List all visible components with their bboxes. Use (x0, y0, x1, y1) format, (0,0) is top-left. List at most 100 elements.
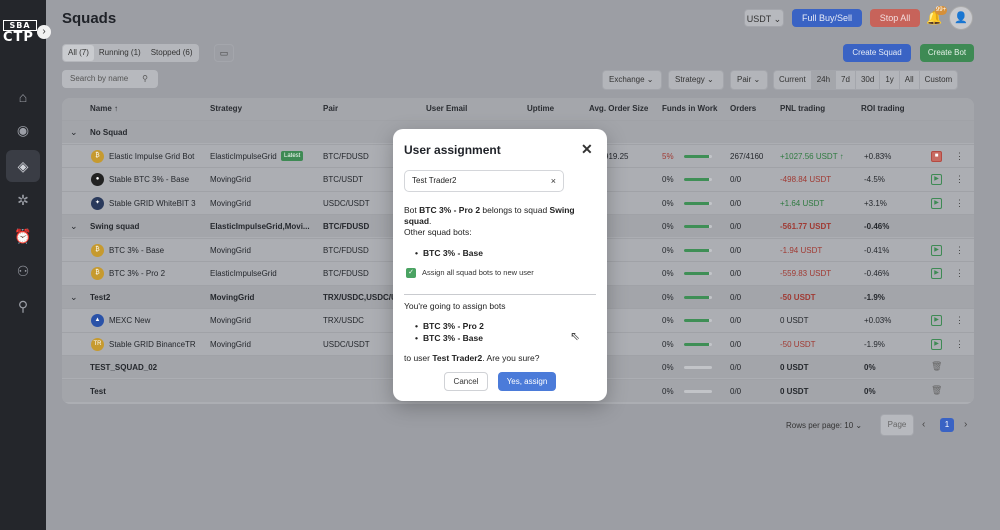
more-menu-icon[interactable]: ⋮ (955, 145, 964, 168)
bot-name[interactable]: MEXC New (109, 309, 150, 332)
roi-cell: 0% (864, 363, 876, 372)
delete-icon[interactable]: 🗑 (931, 385, 942, 397)
cursor-icon: ⇖ (570, 329, 581, 343)
user-assignment-modal: User assignment ✕ Test Trader2 × Bot BTC… (393, 129, 607, 401)
exchange-icon: ✦ (91, 196, 104, 210)
bot-name[interactable]: Stable GRID BinanceTR (109, 333, 196, 356)
pair-cell: BTC/FDUSD (323, 151, 369, 161)
period-24h[interactable]: 24h (811, 71, 837, 89)
delete-icon[interactable]: 🗑 (931, 362, 942, 373)
prev-page-icon[interactable]: ‹ (922, 419, 925, 430)
more-menu-icon[interactable]: ⋮ (955, 262, 964, 285)
pair-cell: BTC/FDUSD (323, 222, 370, 231)
col-avg-order: Avg. Order Size (589, 104, 649, 113)
col-name[interactable]: Name ↑ (90, 98, 118, 120)
full-buy-sell-button[interactable]: Full Buy/Sell (792, 9, 862, 27)
pair-dropdown[interactable]: Pair ⌄ (730, 70, 768, 90)
more-menu-icon[interactable]: ⋮ (955, 239, 964, 262)
bot-name[interactable]: BTC 3% - Base (109, 239, 164, 262)
bot-name[interactable]: Stable GRID WhiteBIT 3 (109, 192, 196, 215)
start-bot-icon[interactable]: ▶ (931, 174, 942, 185)
more-menu-icon[interactable]: ⋮ (955, 192, 964, 215)
funds-cell: 5% (662, 151, 674, 161)
start-bot-icon[interactable]: ▶ (931, 244, 942, 256)
orders-cell: 0/0 (730, 245, 742, 255)
exchange-icon: ₿ (91, 267, 104, 280)
currency-select[interactable]: USDT ⌄ (744, 9, 784, 27)
assign-all-label[interactable]: Assign all squad bots to new user (422, 268, 534, 278)
bot-name[interactable]: BTC 3% - Pro 2 (109, 262, 165, 285)
settings-icon[interactable]: ✲ (14, 191, 32, 209)
stop-bot-icon[interactable]: ■ (931, 150, 942, 162)
period-1y[interactable]: 1y (880, 71, 900, 89)
create-squad-button[interactable]: Create Squad (843, 44, 911, 62)
more-menu-icon[interactable]: ⋮ (955, 168, 964, 191)
pnl-cell: -561.77 USDT (780, 222, 832, 231)
tab-stopped[interactable]: Stopped (6) (146, 45, 198, 61)
stop-all-button[interactable]: Stop All (870, 9, 920, 27)
page-1-button[interactable]: 1 (940, 418, 954, 432)
rows-per-page-select[interactable]: Rows per page: 10 ⌄ (786, 421, 862, 430)
bot-name: BTC 3% - Pro 2 (419, 205, 481, 215)
bots-icon[interactable]: ◉ (14, 121, 32, 139)
yes-assign-button[interactable]: Yes, assign (498, 372, 556, 391)
expand-chevron-icon[interactable]: ⌄ (70, 286, 78, 309)
bot-name[interactable]: Elastic Impulse Grid Bot (109, 145, 194, 168)
pair-cell: TRX/USDC (323, 316, 364, 325)
tab-all[interactable]: All (7) (63, 45, 94, 61)
orders-cell: 0/0 (730, 198, 742, 208)
bot-name[interactable]: Stable BTC 3% - Base (109, 168, 189, 191)
squads-icon[interactable]: ◈ (6, 150, 40, 182)
clear-icon[interactable]: × (551, 171, 556, 191)
search-input[interactable]: Search by name ⚲ (62, 70, 158, 88)
roi-cell: -4.5% (864, 175, 885, 184)
create-bot-button[interactable]: Create Bot (920, 44, 974, 62)
tab-running[interactable]: Running (1) (94, 45, 146, 61)
exchange-dropdown[interactable]: Exchange ⌄ (602, 70, 662, 90)
start-bot-icon[interactable]: ▶ (931, 338, 942, 350)
period-current[interactable]: Current (774, 71, 812, 89)
collapse-sidebar-icon[interactable]: › (37, 25, 51, 39)
home-icon[interactable]: ⌂ (14, 88, 32, 106)
start-bot-icon[interactable]: ▶ (931, 268, 942, 279)
users-admin-icon[interactable]: ⚇ (14, 262, 32, 280)
calendar-icon[interactable]: ▭ (214, 44, 234, 62)
notifications-badge: 99+ (935, 6, 947, 15)
expand-chevron-icon[interactable]: ⌄ (70, 215, 78, 238)
expand-chevron-icon[interactable]: ⌄ (70, 121, 78, 144)
avg-order-cell: 919.25 (604, 151, 629, 161)
period-30d[interactable]: 30d (856, 71, 881, 89)
col-roi: ROI trading (861, 104, 905, 113)
close-icon[interactable]: ✕ (581, 141, 593, 158)
orders-cell: 0/0 (730, 292, 742, 302)
assign-all-checkbox[interactable]: ✓ (406, 268, 416, 278)
funds-cell: 0% (662, 339, 674, 349)
funds-cell: 0% (662, 292, 674, 302)
cancel-button[interactable]: Cancel (444, 372, 488, 391)
col-strategy: Strategy (210, 104, 243, 113)
squad-name: No Squad (90, 128, 128, 137)
profile-icon[interactable]: ⚲ (14, 297, 32, 315)
more-menu-icon[interactable]: ⋮ (955, 333, 964, 356)
search-icon: ⚲ (142, 74, 148, 83)
start-bot-icon[interactable]: ▶ (931, 197, 942, 209)
logo[interactable]: SBA CTP (3, 20, 37, 45)
pnl-cell: +1027.56 USDT ↑ (780, 151, 844, 161)
period-all[interactable]: All (900, 71, 920, 89)
start-bot-icon[interactable]: ▶ (931, 315, 942, 326)
funds-progress-bar (684, 178, 712, 181)
more-menu-icon[interactable]: ⋮ (955, 309, 964, 332)
roi-cell: +0.83% (864, 151, 892, 161)
period-7d[interactable]: 7d (836, 71, 856, 89)
page-input[interactable]: Page (880, 414, 914, 436)
orders-cell: 0/0 (730, 269, 742, 278)
avatar[interactable]: 👤 (949, 6, 973, 30)
period-custom[interactable]: Custom (920, 71, 958, 89)
funds-progress-bar (684, 201, 712, 205)
pnl-cell: -559.83 USDT (780, 269, 832, 278)
user-select-input[interactable]: Test Trader2 × (404, 170, 564, 192)
strategy-cell: ElasticImpulseGrid (210, 269, 277, 278)
strategy-dropdown[interactable]: Strategy ⌄ (668, 70, 724, 90)
alerts-icon[interactable]: ⏰ (14, 227, 32, 245)
next-page-icon[interactable]: › (964, 419, 967, 430)
